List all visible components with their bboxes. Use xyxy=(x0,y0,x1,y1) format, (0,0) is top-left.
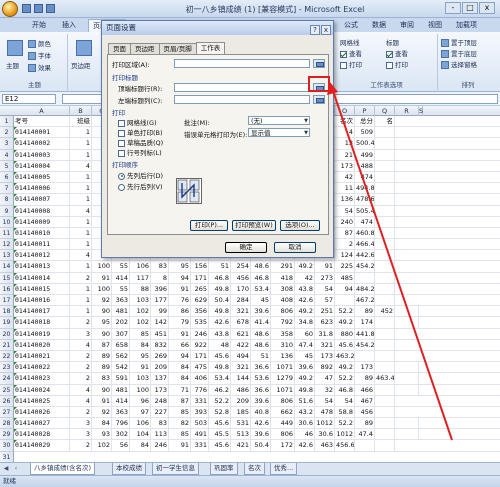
annotation-arrow xyxy=(327,82,453,441)
